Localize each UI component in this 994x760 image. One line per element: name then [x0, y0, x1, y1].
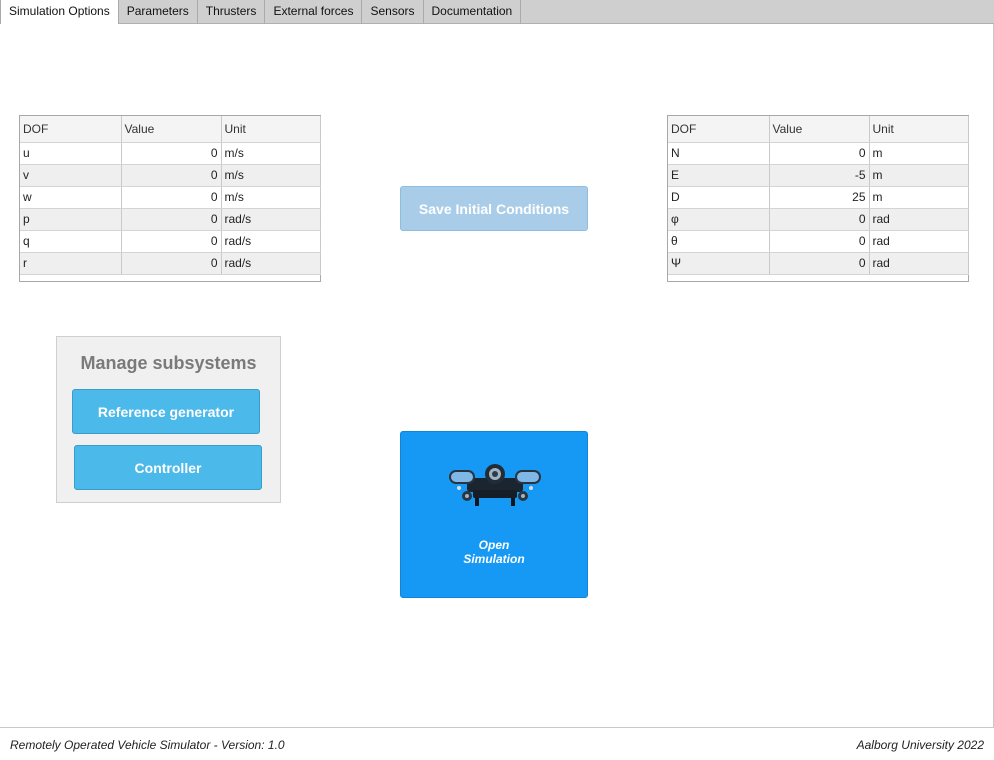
table-row: v 0 m/s — [20, 164, 321, 187]
table-row: E -5 m — [668, 164, 969, 187]
open-simulation-line2: Simulation — [463, 552, 525, 566]
tab-sensors[interactable]: Sensors — [362, 0, 424, 24]
dof-cell: E — [668, 164, 770, 187]
table-row: Ψ 0 rad — [668, 252, 969, 275]
column-header-value[interactable]: Value — [769, 116, 870, 143]
open-simulation-button[interactable]: Open Simulation — [400, 431, 588, 598]
column-header-unit[interactable]: Unit — [221, 116, 321, 143]
open-simulation-label: Open Simulation — [401, 538, 587, 566]
value-cell[interactable]: 25 — [769, 186, 870, 209]
table-row: w 0 m/s — [20, 186, 321, 209]
table-row: u 0 m/s — [20, 142, 321, 165]
unit-cell: rad — [869, 252, 969, 275]
copyright-text: Aalborg University 2022 — [856, 738, 984, 752]
column-header-dof[interactable]: DOF — [20, 116, 122, 143]
tab-bar: Simulation Options Parameters Thrusters … — [0, 0, 994, 25]
unit-cell: rad/s — [221, 230, 321, 253]
tab-thrusters[interactable]: Thrusters — [198, 0, 266, 24]
table-header-row: DOF Value Unit — [20, 116, 321, 143]
column-header-dof[interactable]: DOF — [668, 116, 770, 143]
value-cell[interactable]: -5 — [769, 164, 870, 187]
value-cell[interactable]: 0 — [769, 142, 870, 165]
value-cell[interactable]: 0 — [121, 164, 222, 187]
dof-cell: N — [668, 142, 770, 165]
dof-cell: u — [20, 142, 122, 165]
status-footer: Remotely Operated Vehicle Simulator - Ve… — [0, 727, 994, 760]
table-row: q 0 rad/s — [20, 230, 321, 253]
dof-cell: φ — [668, 208, 770, 231]
unit-cell: rad/s — [221, 252, 321, 275]
tab-parameters[interactable]: Parameters — [119, 0, 198, 24]
simulation-options-panel: DOF Value Unit u 0 m/s v 0 m/s w 0 m/s p… — [0, 24, 994, 727]
value-cell[interactable]: 0 — [121, 186, 222, 209]
dof-cell: v — [20, 164, 122, 187]
dof-cell: Ψ — [668, 252, 770, 275]
unit-cell: rad/s — [221, 208, 321, 231]
unit-cell: m/s — [221, 186, 321, 209]
table-row: p 0 rad/s — [20, 208, 321, 231]
save-initial-conditions-button[interactable]: Save Initial Conditions — [400, 186, 588, 231]
value-cell[interactable]: 0 — [121, 230, 222, 253]
column-header-value[interactable]: Value — [121, 116, 222, 143]
value-cell[interactable]: 0 — [769, 252, 870, 275]
rov-icon — [445, 460, 545, 513]
table-header-row: DOF Value Unit — [668, 116, 969, 143]
value-cell[interactable]: 0 — [769, 208, 870, 231]
table-row: r 0 rad/s — [20, 252, 321, 275]
table-row: N 0 m — [668, 142, 969, 165]
unit-cell: rad — [869, 208, 969, 231]
column-header-unit[interactable]: Unit — [869, 116, 969, 143]
table-row: θ 0 rad — [668, 230, 969, 253]
unit-cell: m — [869, 142, 969, 165]
tab-documentation[interactable]: Documentation — [424, 0, 522, 24]
tab-external-forces[interactable]: External forces — [265, 0, 363, 24]
value-cell[interactable]: 0 — [121, 252, 222, 275]
unit-cell: rad — [869, 230, 969, 253]
value-cell[interactable]: 0 — [769, 230, 870, 253]
unit-cell: m — [869, 164, 969, 187]
controller-button[interactable]: Controller — [74, 445, 262, 490]
value-cell[interactable]: 0 — [121, 142, 222, 165]
open-simulation-line1: Open — [478, 538, 510, 552]
table-row: D 25 m — [668, 186, 969, 209]
table-row: φ 0 rad — [668, 208, 969, 231]
value-cell[interactable]: 0 — [121, 208, 222, 231]
dof-cell: θ — [668, 230, 770, 253]
dof-cell: D — [668, 186, 770, 209]
unit-cell: m/s — [221, 164, 321, 187]
dof-cell: w — [20, 186, 122, 209]
dof-cell: q — [20, 230, 122, 253]
app-version-text: Remotely Operated Vehicle Simulator - Ve… — [10, 738, 285, 752]
tab-simulation-options[interactable]: Simulation Options — [0, 0, 119, 25]
unit-cell: m — [869, 186, 969, 209]
dof-cell: p — [20, 208, 122, 231]
panel-title: Manage subsystems — [80, 353, 257, 373]
manage-subsystems-panel: Manage subsystems Reference generator Co… — [56, 336, 281, 503]
velocity-table: DOF Value Unit u 0 m/s v 0 m/s w 0 m/s p… — [19, 115, 321, 282]
dof-cell: r — [20, 252, 122, 275]
reference-generator-button[interactable]: Reference generator — [72, 389, 260, 434]
unit-cell: m/s — [221, 142, 321, 165]
position-table: DOF Value Unit N 0 m E -5 m D 25 m φ 0 r… — [667, 115, 969, 282]
